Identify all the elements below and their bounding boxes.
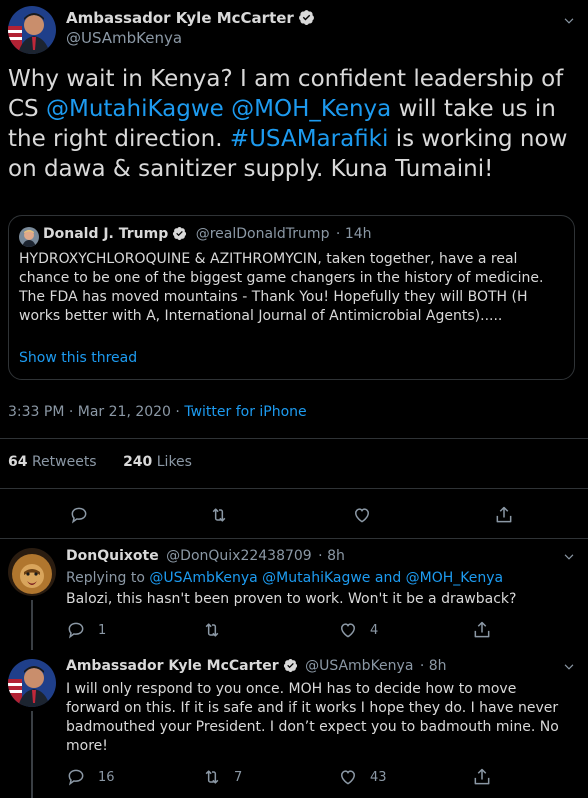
quoted-tweet-card[interactable]: Donald J. Trump @realDonaldTrump · 14h H…: [8, 215, 575, 380]
quoted-tweet-text: HYDROXYCHLOROQUINE & AZITHROMYCIN, taken…: [19, 251, 544, 324]
share-icon[interactable]: [472, 620, 492, 640]
retweet-count: 7: [234, 769, 243, 785]
quoted-author-line: Donald J. Trump @realDonaldTrump · 14h: [43, 226, 372, 242]
reply-author-name[interactable]: Ambassador Kyle McCarter: [66, 658, 279, 674]
quoted-tweet-time[interactable]: · 14h: [336, 226, 372, 242]
like-count: 4: [370, 622, 379, 638]
reply-icon: [66, 767, 86, 787]
quoted-author-name[interactable]: Donald J. Trump: [43, 226, 168, 242]
replying-to-mentions[interactable]: @USAmbKenya @MutahiKagwe: [149, 570, 370, 586]
reply-time[interactable]: · 8h: [318, 548, 345, 564]
heart-icon: [338, 767, 358, 787]
divider: [0, 538, 588, 539]
retweet-label: Retweets: [31, 454, 97, 470]
chevron-down-icon[interactable]: [562, 14, 576, 28]
show-thread-link[interactable]: Show this thread: [19, 350, 137, 366]
chevron-down-icon[interactable]: [562, 660, 576, 674]
likes-stat[interactable]: 240 Likes: [123, 454, 192, 470]
reply-author-handle[interactable]: @USAmbKenya: [305, 658, 413, 674]
quoted-author-handle[interactable]: @realDonaldTrump: [196, 226, 330, 242]
heart-icon[interactable]: [352, 505, 372, 525]
reply-text: Balozi, this hasn't been proven to work.…: [66, 591, 517, 607]
heart-icon: [338, 620, 358, 640]
verified-badge-icon: [283, 658, 298, 673]
replying-to-mention[interactable]: @MOH_Kenya: [406, 570, 503, 586]
tweet-timestamp-line: 3:33 PM · Mar 21, 2020 · Twitter for iPh…: [8, 404, 307, 420]
mention-link[interactable]: @MOH_Kenya: [231, 96, 391, 122]
reply-count: 16: [98, 769, 115, 785]
share-icon[interactable]: [494, 505, 514, 525]
like-label: Likes: [156, 454, 192, 470]
retweet-icon: [202, 767, 222, 787]
reply-count: 1: [98, 622, 107, 638]
thread-connector: [31, 600, 33, 650]
reply-icon[interactable]: [69, 505, 89, 525]
like-count: 43: [370, 769, 387, 785]
like-button[interactable]: 43: [338, 767, 387, 787]
reply-time[interactable]: · 8h: [420, 658, 447, 674]
share-icon[interactable]: [472, 767, 492, 787]
reply-icon: [66, 620, 86, 640]
reply-author-line: DonQuixote @DonQuix22438709 · 8h: [66, 548, 345, 564]
reply-text: I will only respond to you once. MOH has…: [66, 681, 559, 754]
replying-to-line: Replying to @USAmbKenya @MutahiKagwe and…: [66, 570, 503, 586]
retweets-stat[interactable]: 64 Retweets: [8, 454, 97, 470]
main-author-name[interactable]: Ambassador Kyle McCarter: [66, 9, 294, 27]
main-tweet-text: Why wait in Kenya? I am confident leader…: [8, 64, 580, 184]
reply-author-line: Ambassador Kyle McCarter @USAmbKenya · 8…: [66, 658, 447, 674]
hashtag-link[interactable]: #USAMarafiki: [230, 126, 389, 152]
reply-author-name[interactable]: DonQuixote: [66, 548, 159, 564]
main-author-avatar[interactable]: [8, 6, 56, 54]
mention-link[interactable]: @MutahiKagwe: [46, 96, 224, 122]
retweet-icon[interactable]: [209, 505, 229, 525]
reply-author-avatar[interactable]: [8, 659, 56, 707]
tweet-stats: 64 Retweets 240 Likes: [8, 454, 192, 470]
like-button[interactable]: 4: [338, 620, 378, 640]
verified-badge-icon: [298, 9, 315, 26]
replying-to-and: and: [370, 570, 406, 586]
tweet-timestamp[interactable]: 3:33 PM · Mar 21, 2020 ·: [8, 404, 184, 420]
reply-button[interactable]: 16: [66, 767, 115, 787]
tweet-source-link[interactable]: Twitter for iPhone: [184, 404, 306, 420]
retweet-button[interactable]: [202, 620, 234, 640]
main-author-line: Ambassador Kyle McCarter: [66, 9, 315, 27]
retweet-icon: [202, 620, 222, 640]
quoted-author-avatar: [19, 227, 39, 247]
main-author-handle[interactable]: @USAmbKenya: [66, 29, 182, 47]
retweet-count: 64: [8, 454, 28, 470]
divider: [0, 438, 588, 439]
reply-author-handle[interactable]: @DonQuix22438709: [166, 548, 312, 564]
chevron-down-icon[interactable]: [562, 550, 576, 564]
retweet-button[interactable]: 7: [202, 767, 242, 787]
reply-button[interactable]: 1: [66, 620, 106, 640]
reply-author-avatar[interactable]: [8, 548, 56, 596]
thread-connector: [31, 711, 33, 798]
replying-to-label: Replying to: [66, 570, 150, 586]
like-count: 240: [123, 454, 153, 470]
verified-badge-icon: [172, 226, 187, 241]
divider: [0, 488, 588, 489]
